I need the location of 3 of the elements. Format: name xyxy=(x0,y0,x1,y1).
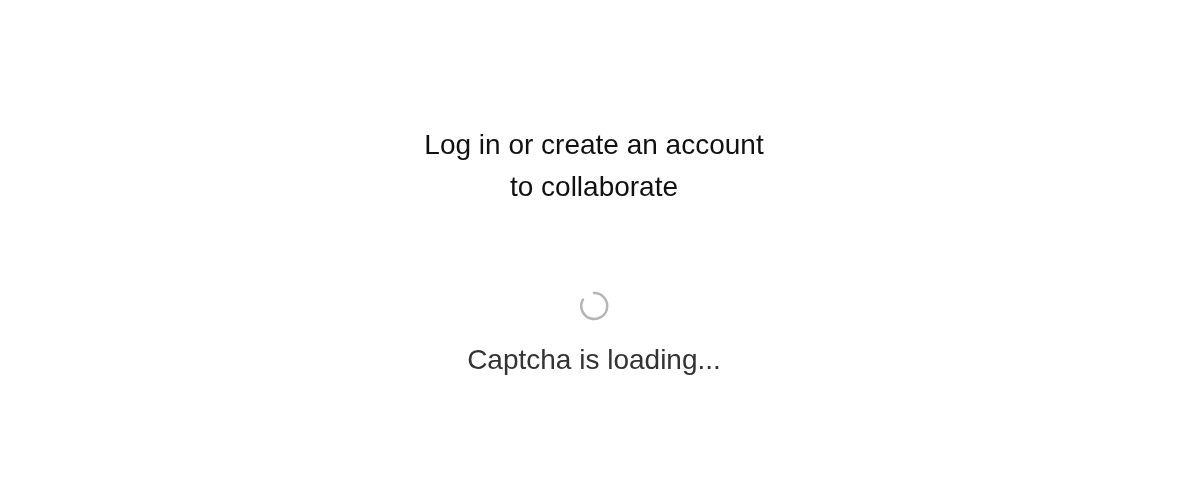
loading-spinner-icon xyxy=(578,290,610,322)
captcha-status: Captcha is loading... xyxy=(467,344,721,376)
page-heading: Log in or create an account to collaborate xyxy=(423,128,765,204)
